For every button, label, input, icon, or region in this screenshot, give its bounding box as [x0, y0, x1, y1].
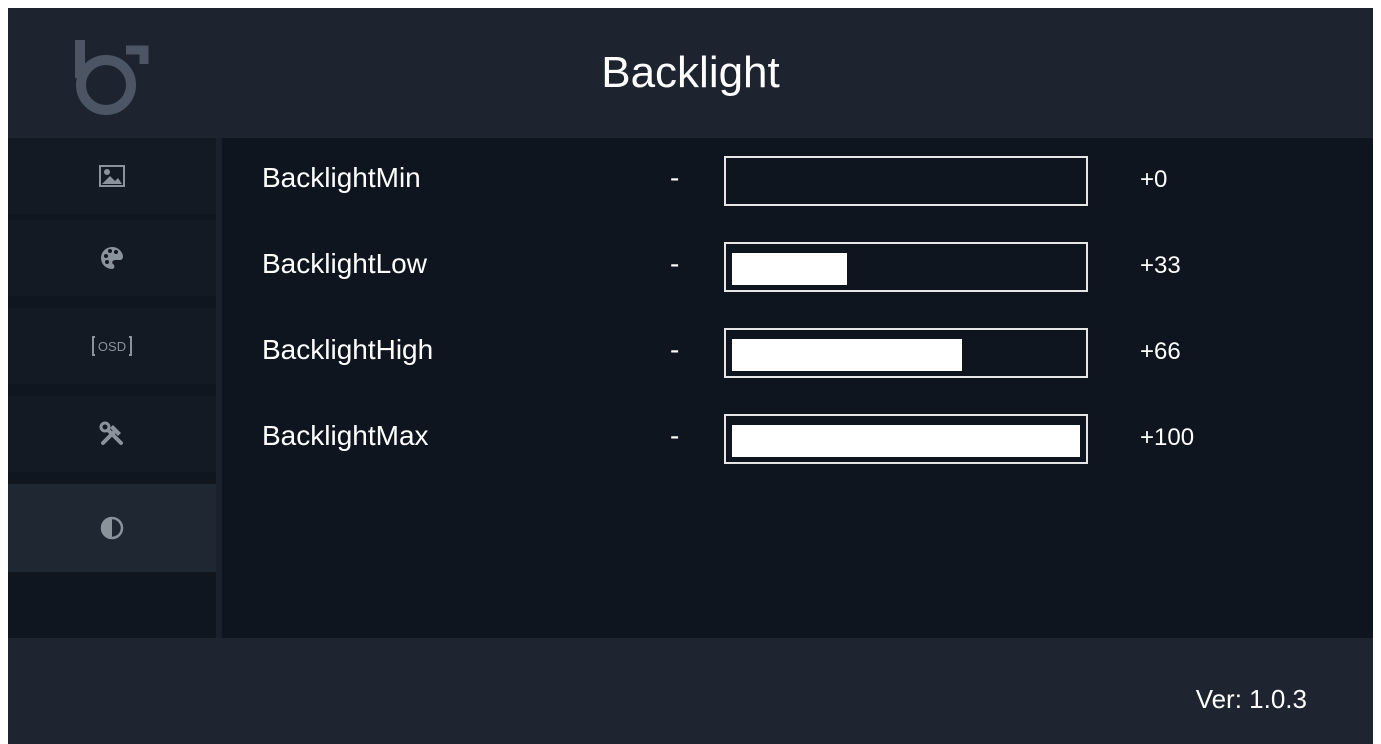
level-bar-fill — [732, 425, 1080, 457]
setting-value: +66 — [1140, 338, 1181, 365]
decrease-button[interactable]: - — [670, 162, 679, 194]
setting-value: +33 — [1140, 252, 1181, 279]
palette-icon — [101, 246, 123, 269]
setting-row-backlight-low[interactable]: BacklightLow - +33 — [222, 242, 1373, 296]
setting-label: BacklightHigh — [262, 334, 434, 365]
setting-row-backlight-min[interactable]: BacklightMin - +0 — [222, 156, 1373, 210]
level-bar[interactable] — [724, 242, 1088, 292]
page-title: Backlight — [601, 48, 780, 97]
level-bar[interactable] — [724, 156, 1088, 206]
footer-bar: Ver: 1.0.3 — [8, 638, 1373, 744]
sidebar-item-picture[interactable] — [8, 138, 216, 214]
settings-panel: BacklightMin - +0 BacklightLow - +33 Bac… — [222, 138, 1373, 638]
setting-label: BacklightMin — [262, 162, 421, 193]
sidebar: OSD — [8, 138, 216, 698]
osd-screen: Backlight OSD BacklightMin - +0 Backligh… — [8, 8, 1373, 744]
decrease-button[interactable]: - — [670, 248, 679, 280]
setting-label: BacklightMax — [262, 420, 429, 451]
sidebar-item-osd[interactable]: OSD — [8, 308, 216, 384]
version-label: Ver: 1.0.3 — [1195, 684, 1307, 714]
svg-text:OSD: OSD — [98, 339, 126, 354]
setting-label: BacklightLow — [262, 248, 427, 279]
contrast-icon — [100, 516, 124, 540]
sidebar-item-backlight[interactable] — [8, 484, 216, 572]
decrease-button[interactable]: - — [670, 420, 679, 452]
header-bar: Backlight — [8, 8, 1373, 138]
setting-row-backlight-max[interactable]: BacklightMax - +100 — [222, 414, 1373, 468]
setting-value: +100 — [1140, 424, 1195, 451]
setting-row-backlight-high[interactable]: BacklightHigh - +66 — [222, 328, 1373, 382]
decrease-button[interactable]: - — [670, 334, 679, 366]
level-bar[interactable] — [724, 328, 1088, 378]
setting-value: +0 — [1140, 166, 1168, 193]
picture-icon — [99, 165, 125, 187]
sidebar-item-color[interactable] — [8, 220, 216, 296]
level-bar-fill — [732, 339, 962, 371]
tools-icon — [99, 421, 123, 445]
sidebar-item-tools[interactable] — [8, 396, 216, 472]
level-bar-fill — [732, 253, 847, 285]
level-bar[interactable] — [724, 414, 1088, 464]
osd-icon: OSD — [92, 336, 132, 356]
